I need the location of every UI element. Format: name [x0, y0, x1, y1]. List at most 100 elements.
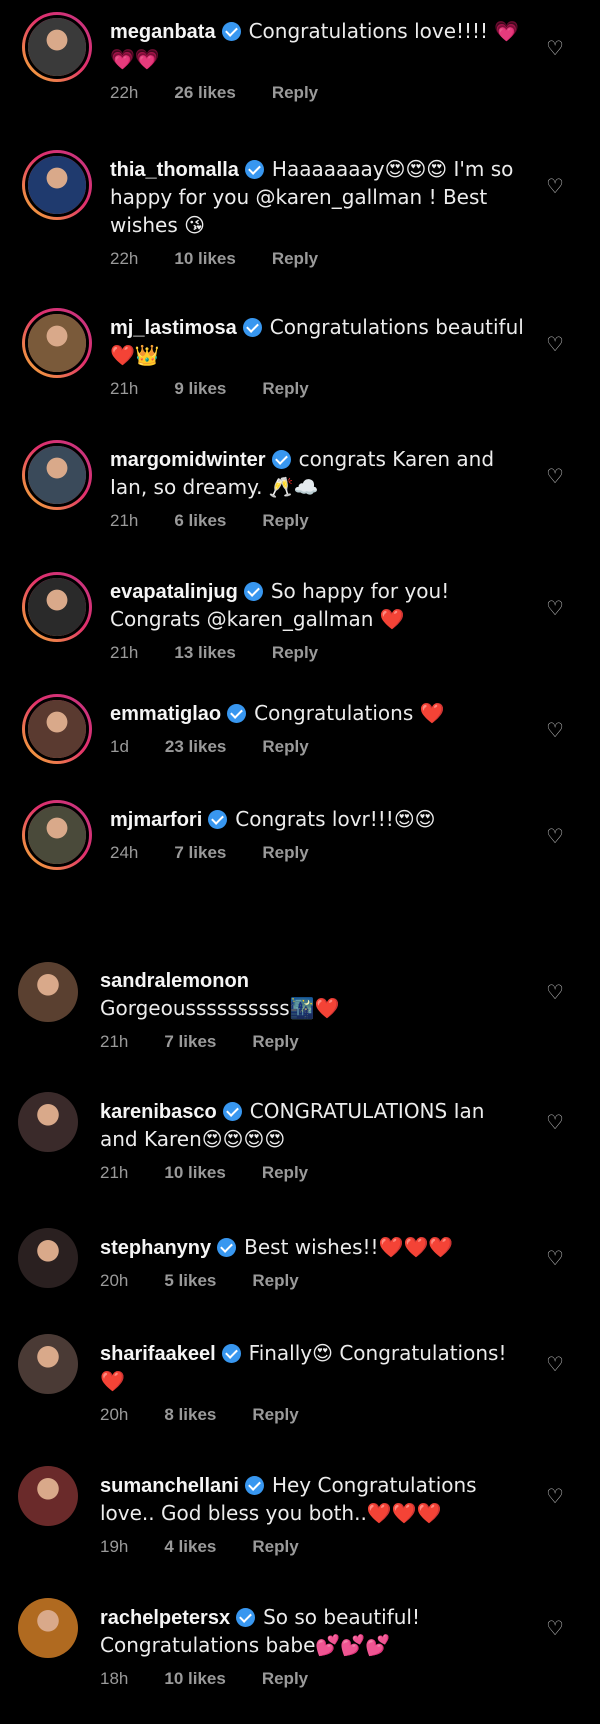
avatar[interactable] — [22, 800, 92, 870]
username-link[interactable]: evapatalinjug — [110, 581, 238, 603]
like-heart-icon[interactable]: ♡ — [544, 598, 566, 620]
timestamp: 21h — [110, 379, 139, 398]
comment-meta: 18h 10 likes Reply — [100, 1669, 528, 1689]
likes-count[interactable]: 10 likes — [164, 1163, 225, 1182]
comment-text: sumanchellani Hey Congratulations love.. … — [100, 1472, 528, 1528]
comment-text: margomidwinter congrats Karen and Ian, so… — [110, 446, 528, 502]
username-link[interactable]: mj_lastimosa — [110, 317, 237, 339]
avatar[interactable] — [18, 1334, 78, 1394]
likes-count[interactable]: 8 likes — [164, 1405, 216, 1424]
comment-meta: 20h 8 likes Reply — [100, 1405, 528, 1425]
timestamp: 18h — [100, 1669, 129, 1688]
like-heart-icon[interactable]: ♡ — [544, 1486, 566, 1508]
likes-count[interactable]: 13 likes — [174, 643, 235, 662]
username-link[interactable]: karenibasco — [100, 1101, 217, 1123]
comment-meta: 22h 26 likes Reply — [110, 83, 528, 103]
reply-button[interactable]: Reply — [252, 1271, 298, 1290]
username-link[interactable]: sumanchellani — [100, 1475, 239, 1497]
username-link[interactable]: rachelpetersx — [100, 1607, 230, 1629]
like-heart-icon[interactable]: ♡ — [544, 176, 566, 198]
verified-badge-icon — [222, 1102, 242, 1121]
username-link[interactable]: mjmarfori — [110, 809, 202, 831]
like-heart-icon[interactable]: ♡ — [544, 1354, 566, 1376]
reply-button[interactable]: Reply — [262, 1163, 308, 1182]
verified-badge-icon — [244, 1476, 264, 1495]
like-heart-icon[interactable]: ♡ — [544, 38, 566, 60]
comment-meta: 1d 23 likes Reply — [110, 737, 528, 757]
likes-count[interactable]: 23 likes — [165, 737, 226, 756]
username-link[interactable]: margomidwinter — [110, 449, 266, 471]
likes-count[interactable]: 10 likes — [174, 249, 235, 268]
avatar[interactable] — [18, 962, 78, 1022]
reply-button[interactable]: Reply — [272, 249, 318, 268]
reply-button[interactable]: Reply — [262, 737, 308, 756]
verified-badge-icon — [242, 318, 262, 337]
reply-button[interactable]: Reply — [252, 1405, 298, 1424]
reply-button[interactable]: Reply — [272, 643, 318, 662]
username-link[interactable]: sharifaakeel — [100, 1343, 216, 1365]
avatar[interactable] — [22, 694, 92, 764]
comment-message: Gorgeoussssssssss🌃❤️ — [100, 996, 340, 1020]
timestamp: 20h — [100, 1405, 129, 1424]
timestamp: 1d — [110, 737, 129, 756]
username-link[interactable]: thia_thomalla — [110, 159, 239, 181]
verified-badge-icon — [221, 1344, 241, 1363]
comment-meta: 21h 6 likes Reply — [110, 511, 528, 531]
comment-meta: 20h 5 likes Reply — [100, 1271, 528, 1291]
likes-count[interactable]: 10 likes — [164, 1669, 225, 1688]
verified-badge-icon — [221, 22, 241, 41]
likes-count[interactable]: 7 likes — [174, 843, 226, 862]
avatar[interactable] — [18, 1466, 78, 1526]
username-link[interactable]: meganbata — [110, 21, 216, 43]
comment-text: sandralemonon Gorgeoussssssssss🌃❤️ — [100, 968, 528, 1023]
likes-count[interactable]: 7 likes — [164, 1032, 216, 1051]
comment-message: Best wishes!!❤️❤️❤️ — [244, 1235, 454, 1259]
avatar[interactable] — [22, 572, 92, 642]
verified-badge-icon — [227, 704, 247, 723]
avatar[interactable] — [18, 1092, 78, 1152]
like-heart-icon[interactable]: ♡ — [544, 1248, 566, 1270]
comment-text: evapatalinjug So happy for you! Congrats … — [110, 578, 528, 634]
username-link[interactable]: emmatiglao — [110, 703, 221, 725]
avatar[interactable] — [22, 308, 92, 378]
comment-meta: 21h 7 likes Reply — [100, 1032, 528, 1052]
verified-badge-icon — [243, 582, 263, 601]
reply-button[interactable]: Reply — [262, 843, 308, 862]
reply-button[interactable]: Reply — [252, 1032, 298, 1051]
likes-count[interactable]: 6 likes — [174, 511, 226, 530]
comment-text: thia_thomalla Haaaaaaay😍😍😍 I'm so happy f… — [110, 156, 528, 240]
reply-button[interactable]: Reply — [262, 511, 308, 530]
likes-count[interactable]: 26 likes — [174, 83, 235, 102]
reply-button[interactable]: Reply — [272, 83, 318, 102]
comment-text: mjmarfori Congrats lovr!!!😍😍 — [110, 806, 528, 834]
comment-meta: 22h 10 likes Reply — [110, 249, 528, 269]
like-heart-icon[interactable]: ♡ — [544, 466, 566, 488]
likes-count[interactable]: 4 likes — [164, 1537, 216, 1556]
like-heart-icon[interactable]: ♡ — [544, 334, 566, 356]
comment-text: sharifaakeel Finally😍 Congratulations! ❤️ — [100, 1340, 528, 1396]
reply-button[interactable]: Reply — [262, 379, 308, 398]
likes-count[interactable]: 9 likes — [174, 379, 226, 398]
username-link[interactable]: sandralemonon — [100, 970, 249, 992]
timestamp: 22h — [110, 83, 139, 102]
like-heart-icon[interactable]: ♡ — [544, 1112, 566, 1134]
reply-button[interactable]: Reply — [262, 1669, 308, 1688]
avatar[interactable] — [22, 150, 92, 220]
comment-meta: 19h 4 likes Reply — [100, 1537, 528, 1557]
username-link[interactable]: stephanyny — [100, 1237, 211, 1259]
avatar[interactable] — [18, 1228, 78, 1288]
like-heart-icon[interactable]: ♡ — [544, 982, 566, 1004]
timestamp: 20h — [100, 1271, 129, 1290]
reply-button[interactable]: Reply — [252, 1537, 298, 1556]
like-heart-icon[interactable]: ♡ — [544, 826, 566, 848]
likes-count[interactable]: 5 likes — [164, 1271, 216, 1290]
avatar[interactable] — [22, 12, 92, 82]
verified-badge-icon — [236, 1608, 256, 1627]
avatar[interactable] — [18, 1598, 78, 1658]
avatar[interactable] — [22, 440, 92, 510]
like-heart-icon[interactable]: ♡ — [544, 1618, 566, 1640]
comment-text: meganbata Congratulations love!!!! 💗💗💗 — [110, 18, 528, 74]
like-heart-icon[interactable]: ♡ — [544, 720, 566, 742]
timestamp: 19h — [100, 1537, 129, 1556]
comment-meta: 21h 13 likes Reply — [110, 643, 528, 663]
